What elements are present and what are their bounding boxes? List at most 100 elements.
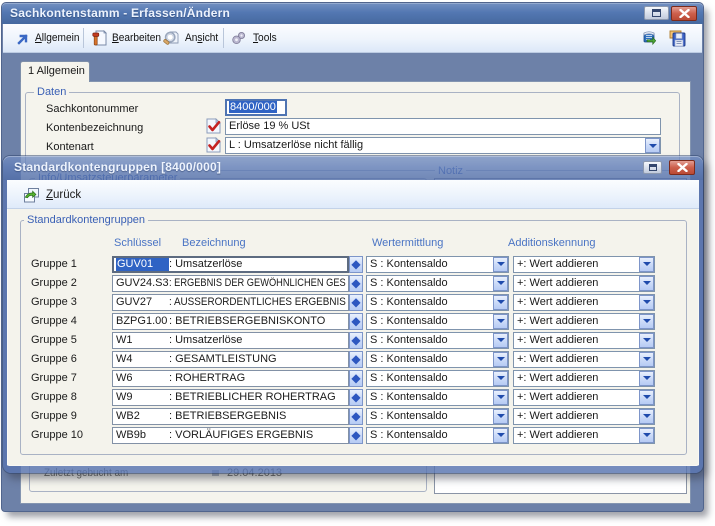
fg-restore-button[interactable] <box>643 161 662 174</box>
bg-close-button[interactable] <box>671 6 697 21</box>
dropdown-button[interactable] <box>639 314 654 329</box>
fg-group-legend: Standardkontengruppen <box>24 214 148 226</box>
key-input[interactable]: WB2: BETRIEBSERGEBNIS <box>112 408 349 425</box>
additionskennung-combo[interactable]: +: Wert addieren <box>513 351 655 368</box>
dropdown-button[interactable] <box>639 352 654 367</box>
wertermittlung-combo[interactable]: S : Kontensaldo <box>366 332 509 349</box>
key-value: W6 <box>116 372 169 386</box>
key-picker-button[interactable]: ◆ <box>349 275 363 292</box>
chevron-down-icon <box>643 300 651 304</box>
dropdown-button[interactable] <box>493 409 508 424</box>
modifiable-check-icon[interactable] <box>206 137 221 153</box>
additionskennung-combo[interactable]: +: Wert addieren <box>513 294 655 311</box>
additionskennung-combo[interactable]: +: Wert addieren <box>513 427 655 444</box>
chevron-down-icon <box>497 395 505 399</box>
dropdown-button[interactable] <box>493 390 508 405</box>
export-book-icon[interactable] <box>642 29 660 47</box>
diamond-spinner-icon: ◆ <box>351 258 360 270</box>
dropdown-button[interactable] <box>639 257 654 272</box>
key-picker-button[interactable]: ◆ <box>349 332 363 349</box>
dropdown-button[interactable] <box>639 390 654 405</box>
input-sachkontonummer[interactable]: 8400/000 <box>225 99 287 116</box>
key-picker-button[interactable]: ◆ <box>349 256 363 273</box>
combo-kontenart[interactable]: L : Umsatzerlöse nicht fällig <box>225 137 661 154</box>
menu-tools[interactable]: Tools <box>231 24 279 52</box>
key-input[interactable]: W1: Umsatzerlöse <box>112 332 349 349</box>
key-picker-button[interactable]: ◆ <box>349 313 363 330</box>
dropdown-button[interactable] <box>639 428 654 443</box>
row-group-label: Gruppe 7 <box>31 372 77 384</box>
fg-window-body: Zurück Standardkontengruppen Schlüssel B… <box>3 180 703 473</box>
wertermittlung-combo[interactable]: S : Kontensaldo <box>366 408 509 425</box>
dropdown-button[interactable] <box>493 333 508 348</box>
dropdown-button[interactable] <box>639 409 654 424</box>
chevron-down-icon <box>497 414 505 418</box>
dropdown-button[interactable] <box>639 371 654 386</box>
additionskennung-combo[interactable]: +: Wert addieren <box>513 256 655 273</box>
key-input[interactable]: GUV27: AUSSERORDENTLICHES ERGEBNIS <box>112 294 349 311</box>
modifiable-check-icon[interactable] <box>206 118 221 134</box>
diamond-spinner-icon: ◆ <box>351 372 360 384</box>
dropdown-button[interactable] <box>493 257 508 272</box>
key-input[interactable]: W9: BETRIEBLICHER ROHERTRAG <box>112 389 349 406</box>
save-icon[interactable] <box>668 29 686 47</box>
menu-ansicht[interactable]: Ansicht <box>162 24 221 52</box>
wertermittlung-combo[interactable]: S : Kontensaldo <box>366 275 509 292</box>
key-value: GUV24.S3 <box>116 277 169 291</box>
fg-toolbar: Zurück <box>7 180 699 209</box>
key-picker-button[interactable]: ◆ <box>349 427 363 444</box>
wertermittlung-combo[interactable]: S : Kontensaldo <box>366 256 509 273</box>
wertermittlung-combo[interactable]: S : Kontensaldo <box>366 370 509 387</box>
chevron-down-icon <box>497 262 505 266</box>
key-picker-button[interactable]: ◆ <box>349 370 363 387</box>
key-picker-button[interactable]: ◆ <box>349 294 363 311</box>
dropdown-button[interactable] <box>493 428 508 443</box>
wertermittlung-combo[interactable]: S : Kontensaldo <box>366 389 509 406</box>
additionskennung-combo[interactable]: +: Wert addieren <box>513 370 655 387</box>
dropdown-button[interactable] <box>493 314 508 329</box>
menu-bearbeiten[interactable]: Bearbeiten <box>92 24 165 52</box>
bg-titlebar[interactable]: Sachkontenstamm - Erfassen/Ändern <box>2 3 703 24</box>
additionskennung-combo[interactable]: +: Wert addieren <box>513 313 655 330</box>
key-input[interactable]: WB9b: VORLÄUFIGES ERGEBNIS <box>112 427 349 444</box>
menu-allgemein[interactable]: Allgemein <box>17 24 83 52</box>
wertermittlung-value: S : Kontensaldo <box>370 277 448 289</box>
dropdown-button[interactable] <box>493 352 508 367</box>
header-schluessel: Schlüssel <box>114 237 161 249</box>
key-input[interactable]: W4: GESAMTLEISTUNG <box>112 351 349 368</box>
wertermittlung-combo[interactable]: S : Kontensaldo <box>366 313 509 330</box>
bg-restore-button[interactable] <box>644 6 669 20</box>
key-description: : Umsatzerlöse <box>169 334 242 348</box>
key-input[interactable]: GUV01: Umsatzerlöse <box>112 256 349 273</box>
dropdown-button[interactable] <box>639 333 654 348</box>
fg-titlebar[interactable]: Standardkontengruppen [8400/000] <box>3 156 703 180</box>
dropdown-button[interactable] <box>645 138 660 153</box>
key-input[interactable]: BZPG1.00: BETRIEBSERGEBNISKONTO <box>112 313 349 330</box>
wertermittlung-combo[interactable]: S : Kontensaldo <box>366 351 509 368</box>
key-description: : Umsatzerlöse <box>169 258 242 271</box>
key-description: : VORLÄUFIGES ERGEBNIS <box>169 429 313 443</box>
tab-allgemein[interactable]: 1 Allgemein <box>20 61 90 82</box>
key-picker-button[interactable]: ◆ <box>349 351 363 368</box>
dropdown-button[interactable] <box>493 295 508 310</box>
additionskennung-combo[interactable]: +: Wert addieren <box>513 332 655 349</box>
additionskennung-combo[interactable]: +: Wert addieren <box>513 389 655 406</box>
additionskennung-combo[interactable]: +: Wert addieren <box>513 408 655 425</box>
wertermittlung-combo[interactable]: S : Kontensaldo <box>366 294 509 311</box>
key-picker-button[interactable]: ◆ <box>349 389 363 406</box>
key-input[interactable]: W6: ROHERTRAG <box>112 370 349 387</box>
additionskennung-combo[interactable]: +: Wert addieren <box>513 275 655 292</box>
fg-close-button[interactable] <box>669 160 695 175</box>
wertermittlung-value: S : Kontensaldo <box>370 353 448 365</box>
wertermittlung-combo[interactable]: S : Kontensaldo <box>366 427 509 444</box>
bg-window-title: Sachkontenstamm - Erfassen/Ändern <box>10 6 230 20</box>
key-input[interactable]: GUV24.S3: ERGEBNIS DER GEWÖHNLICHEN GES <box>112 275 349 292</box>
dropdown-button[interactable] <box>639 295 654 310</box>
wertermittlung-value: S : Kontensaldo <box>370 410 448 422</box>
back-button[interactable]: Zurück <box>23 184 81 206</box>
key-picker-button[interactable]: ◆ <box>349 408 363 425</box>
dropdown-button[interactable] <box>493 276 508 291</box>
dropdown-button[interactable] <box>493 371 508 386</box>
dropdown-button[interactable] <box>639 276 654 291</box>
input-kontenbezeichnung[interactable]: Erlöse 19 % USt <box>225 118 661 135</box>
